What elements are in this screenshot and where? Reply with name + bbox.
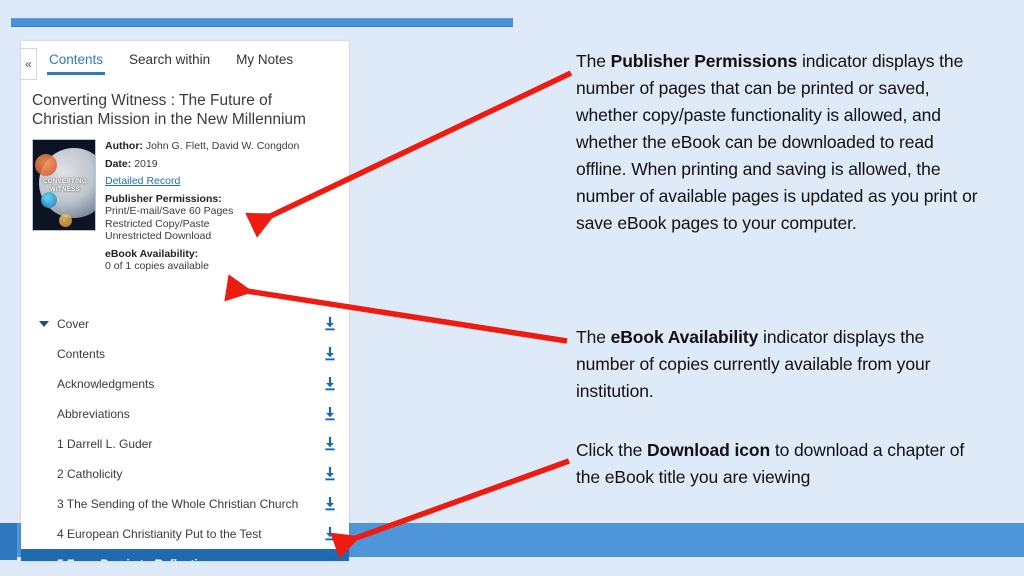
tab-my-notes-label: My Notes — [236, 52, 294, 67]
cover-title-text: CONVERTING WITNESS — [38, 178, 92, 194]
slide-canvas: « Contents Search within My Notes Conver… — [0, 0, 1024, 576]
book-metadata: CONVERTING WITNESS Author: John G. Flett… — [32, 139, 325, 278]
author-value: John G. Flett, David W. Congdon — [145, 140, 300, 152]
tab-my-notes[interactable]: My Notes — [234, 49, 295, 75]
download-icon[interactable] — [323, 376, 337, 392]
download-icon[interactable] — [323, 466, 337, 482]
note3-part1: Click the — [576, 440, 647, 460]
publisher-permissions-line-2: Restricted Copy/Paste — [105, 217, 210, 230]
ebook-viewer-sidebar: « Contents Search within My Notes Conver… — [21, 41, 349, 561]
toc-item-label: 2 Catholicity — [57, 466, 123, 481]
publisher-permissions-label: Publisher Permissions: — [105, 192, 222, 205]
cover-art-orb-orange — [35, 154, 57, 176]
toc-item-label: 5 From Praxis to Reflection — [39, 557, 323, 562]
toc-item-label: Contents — [57, 346, 106, 361]
toc-item-label: 4 European Christianity Put to the Test — [57, 526, 262, 541]
tab-search-within-label: Search within — [129, 52, 211, 67]
download-icon[interactable] — [323, 496, 337, 512]
top-decorative-bar — [11, 18, 513, 27]
toc-item-label: 3 The Sending of the Whole Christian Chu… — [57, 496, 299, 511]
ebook-availability-label: eBook Availability: — [105, 247, 199, 260]
toc-row[interactable]: Abbreviations — [21, 399, 349, 429]
toc-row[interactable]: Acknowledgments — [21, 369, 349, 399]
metadata-text-block: Author: John G. Flett, David W. Congdon … — [105, 139, 325, 278]
annotation-publisher-permissions: The Publisher Permissions indicator disp… — [576, 48, 986, 237]
note2-bold1: eBook Availability — [610, 327, 759, 347]
note2-part1: The — [576, 327, 611, 347]
sidebar-tabs: Contents Search within My Notes — [47, 49, 295, 75]
toc-row[interactable]: Contents — [21, 339, 349, 369]
toc-item-label: Abbreviations — [57, 406, 130, 421]
cover-art-orb-blue — [41, 192, 57, 208]
download-icon[interactable] — [323, 406, 337, 422]
bottom-decorative-bar-accent — [0, 523, 17, 560]
note1-part2: indicator displays the number of pages t… — [576, 51, 978, 233]
toc-item-label: Acknowledgments — [57, 376, 155, 391]
toc-row[interactable]: 5 From Praxis to Reflection — [21, 549, 349, 561]
collapse-sidebar-button[interactable]: « — [21, 48, 37, 80]
download-icon[interactable] — [323, 316, 337, 332]
author-label: Author: — [105, 140, 143, 152]
cover-art-orb-gold — [59, 214, 72, 227]
annotation-download-icon: Click the Download icon to download a ch… — [576, 437, 984, 491]
download-icon[interactable] — [323, 526, 337, 542]
ebook-availability-row: eBook Availability: 0 of 1 copies availa… — [105, 248, 325, 273]
note3-bold1: Download icon — [646, 440, 771, 460]
annotation-ebook-availability: The eBook Availability indicator display… — [576, 324, 984, 405]
date-label: Date: — [105, 157, 132, 170]
detailed-record-link[interactable]: Detailed Record — [105, 175, 180, 188]
note1-bold1: Publisher Permissions — [610, 51, 798, 71]
cover-title-line-1: CONVERTING — [42, 179, 87, 185]
book-cover-thumbnail[interactable]: CONVERTING WITNESS — [32, 139, 96, 231]
publisher-permissions-line-3: Unrestricted Download — [105, 230, 212, 242]
toc-row[interactable]: 3 The Sending of the Whole Christian Chu… — [21, 489, 349, 519]
toc-item-label: Cover — [57, 316, 90, 331]
toc-row[interactable]: 1 Darrell L. Guder — [21, 429, 349, 459]
date-row: Date: 2019 — [105, 158, 325, 171]
table-of-contents: Cover Contents Acknowledgments Abbreviation… — [21, 309, 349, 561]
download-icon[interactable] — [323, 556, 337, 561]
note1-part1: The — [576, 51, 611, 71]
caret-down-icon[interactable] — [39, 321, 49, 327]
cover-title-line-2: WITNESS — [49, 187, 81, 193]
book-title: Converting Witness : The Future of Chris… — [32, 92, 306, 128]
tab-contents-label: Contents — [49, 52, 104, 67]
chevron-double-left-icon: « — [25, 57, 32, 71]
tab-contents[interactable]: Contents — [47, 49, 106, 75]
tab-search-within[interactable]: Search within — [127, 49, 212, 75]
toc-row[interactable]: 4 European Christianity Put to the Test — [21, 519, 349, 549]
toc-row[interactable]: 2 Catholicity — [21, 459, 349, 489]
date-value: 2019 — [134, 157, 158, 170]
download-icon[interactable] — [323, 346, 337, 362]
author-row: Author: John G. Flett, David W. Congdon — [105, 140, 325, 153]
ebook-availability-value: 0 of 1 copies available — [105, 260, 209, 272]
toc-item-label: 1 Darrell L. Guder — [57, 436, 153, 451]
publisher-permissions-line-1: Print/E-mail/Save 60 Pages — [105, 205, 234, 217]
publisher-permissions-row: Publisher Permissions: Print/E-mail/Save… — [105, 193, 325, 243]
download-icon[interactable] — [323, 436, 337, 452]
toc-row[interactable]: Cover — [21, 309, 349, 339]
